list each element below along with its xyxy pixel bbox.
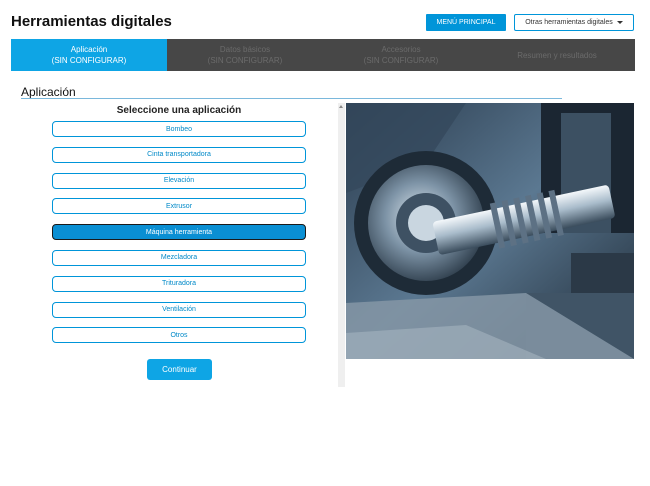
wizard-steps: Aplicación (SIN CONFIGURAR) Datos básico… <box>11 39 635 71</box>
step-status: (SIN CONFIGURAR) <box>207 56 283 65</box>
step-label: Aplicación <box>70 45 108 54</box>
page-title: Herramientas digitales <box>11 13 172 30</box>
application-heading: Seleccione una aplicación <box>116 105 242 116</box>
section-title: Aplicación <box>21 85 76 99</box>
step-status: (SIN CONFIGURAR) <box>363 56 439 65</box>
option-mezcladora[interactable]: Mezcladora <box>52 249 306 266</box>
step-basic-data[interactable]: Datos básicos (SIN CONFIGURAR) <box>167 39 323 71</box>
option-bombeo[interactable]: Bombeo <box>52 121 306 137</box>
option-maquina-herramienta[interactable]: Máquina herramienta <box>52 224 306 241</box>
option-extrusor[interactable]: Extrusor <box>52 198 306 215</box>
step-summary[interactable]: Resumen y resultados <box>479 39 635 71</box>
caret-down-icon <box>616 21 623 24</box>
application-options: Bombeo Cinta transportadora Elevación Ex… <box>52 121 306 353</box>
machine-tool-image <box>346 103 634 359</box>
option-ventilacion[interactable]: Ventilación <box>52 301 306 318</box>
step-application[interactable]: Aplicación (SIN CONFIGURAR) <box>11 39 167 71</box>
scroll-up-icon[interactable] <box>339 105 343 108</box>
step-label: Datos básicos <box>219 45 271 54</box>
other-tools-label: Otras herramientas digitales <box>525 19 613 26</box>
option-otros[interactable]: Otros <box>52 327 306 344</box>
option-elevacion[interactable]: Elevación <box>52 172 306 189</box>
main-menu-button[interactable]: MENÚ PRINCIPAL <box>426 14 506 31</box>
step-label: Accesorios <box>381 45 421 54</box>
other-tools-dropdown[interactable]: Otras herramientas digitales <box>514 14 634 31</box>
step-status: (SIN CONFIGURAR) <box>51 56 127 65</box>
option-trituradora[interactable]: Trituradora <box>52 275 306 292</box>
step-accessories[interactable]: Accesorios (SIN CONFIGURAR) <box>323 39 479 71</box>
continue-button[interactable]: Continuar <box>147 359 212 380</box>
option-cinta-transportadora[interactable]: Cinta transportadora <box>52 146 306 163</box>
scrollbar[interactable] <box>338 103 345 387</box>
section-divider <box>21 98 562 99</box>
step-label: Resumen y resultados <box>517 50 597 60</box>
